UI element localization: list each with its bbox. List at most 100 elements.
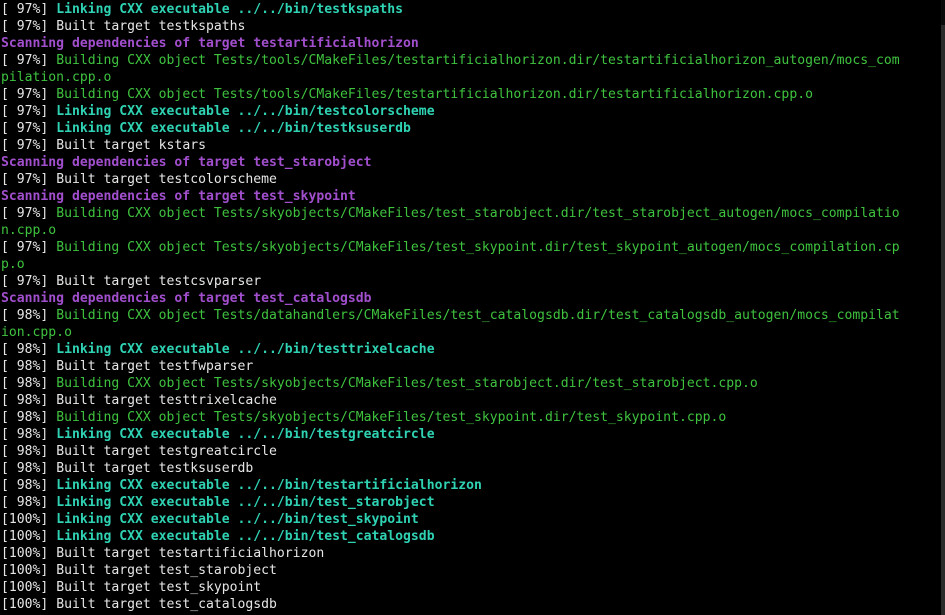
line-text: Linking CXX executable ../../bin/test_ca… [56, 529, 435, 544]
terminal-line: [ 97%] Built target testcolorscheme [1, 171, 945, 188]
terminal-line: [ 97%] Building CXX object Tests/tools/C… [1, 52, 945, 69]
line-text: Built target testgreatcircle [56, 444, 277, 459]
line-text: Building CXX object Tests/skyobjects/CMa… [56, 206, 900, 221]
terminal-line: [ 98%] Building CXX object Tests/skyobje… [1, 409, 945, 426]
progress-percent: [100%] [1, 529, 57, 544]
line-text: Linking CXX executable ../../bin/testtri… [56, 342, 435, 357]
terminal-line: [100%] Built target testartificialhorizo… [1, 545, 945, 562]
line-text: Built target test_catalogsdb [56, 597, 277, 612]
terminal-line: Scanning dependencies of target testarti… [1, 35, 945, 52]
line-text: Built target testtrixelcache [56, 393, 277, 408]
line-text: Linking CXX executable ../../bin/testksu… [56, 121, 411, 136]
progress-percent: [100%] [1, 512, 57, 527]
terminal-line: [100%] Linking CXX executable ../../bin/… [1, 528, 945, 545]
line-text: Built target test_skypoint [56, 580, 262, 595]
progress-percent: [ 97%] [1, 206, 57, 221]
line-text: Linking CXX executable ../../bin/test_st… [56, 495, 435, 510]
line-text: Built target testkspaths [56, 19, 246, 34]
progress-percent: [ 97%] [1, 121, 57, 136]
line-text: Built target test_starobject [56, 563, 277, 578]
terminal-line: [100%] Linking CXX executable ../../bin/… [1, 511, 945, 528]
progress-percent: [100%] [1, 597, 57, 612]
line-text: Built target testartificialhorizon [56, 546, 325, 561]
terminal-line: [ 98%] Linking CXX executable ../../bin/… [1, 426, 945, 443]
line-text: Building CXX object Tests/tools/CMakeFil… [56, 87, 813, 102]
line-text: Built target testcolorscheme [56, 172, 277, 187]
progress-percent: [ 97%] [1, 53, 57, 68]
progress-percent: [100%] [1, 580, 57, 595]
progress-percent: [100%] [1, 546, 57, 561]
progress-percent: [ 98%] [1, 495, 57, 510]
progress-percent: [ 97%] [1, 104, 57, 119]
progress-percent: [ 98%] [1, 444, 57, 459]
line-text: Scanning dependencies of target testarti… [1, 36, 419, 51]
line-text: Built target testksuserdb [56, 461, 254, 476]
terminal-line: Scanning dependencies of target test_sky… [1, 188, 945, 205]
terminal-line: [ 98%] Building CXX object Tests/skyobje… [1, 375, 945, 392]
terminal-line: [ 98%] Built target testksuserdb [1, 460, 945, 477]
progress-percent: [ 98%] [1, 427, 57, 442]
progress-percent: [ 98%] [1, 376, 57, 391]
line-text: Linking CXX executable ../../bin/testcol… [56, 104, 435, 119]
terminal-line: [ 98%] Linking CXX executable ../../bin/… [1, 494, 945, 511]
line-text: Scanning dependencies of target test_sta… [1, 155, 372, 170]
terminal-line: ion.cpp.o [1, 324, 945, 341]
terminal-line: [ 97%] Building CXX object Tests/tools/C… [1, 86, 945, 103]
line-text: Built target testfwparser [56, 359, 254, 374]
progress-percent: [ 97%] [1, 2, 57, 17]
terminal-line: [ 97%] Built target testkspaths [1, 18, 945, 35]
terminal-line: [100%] Built target test_skypoint [1, 579, 945, 596]
progress-percent: [ 98%] [1, 308, 57, 323]
terminal-line: Scanning dependencies of target test_sta… [1, 154, 945, 171]
terminal-line: [ 97%] Built target testcsvparser [1, 273, 945, 290]
terminal-line: [ 98%] Linking CXX executable ../../bin/… [1, 477, 945, 494]
terminal-line: [ 97%] Linking CXX executable ../../bin/… [1, 1, 945, 18]
terminal-line: [ 98%] Built target testgreatcircle [1, 443, 945, 460]
progress-percent: [ 98%] [1, 478, 57, 493]
terminal-line: [ 97%] Linking CXX executable ../../bin/… [1, 120, 945, 137]
line-text: n.cpp.o [1, 223, 57, 238]
line-text: Linking CXX executable ../../bin/testksp… [56, 2, 404, 17]
line-text: Built target testcsvparser [56, 274, 262, 289]
terminal-line: [ 98%] Linking CXX executable ../../bin/… [1, 341, 945, 358]
line-text: Linking CXX executable ../../bin/test_sk… [56, 512, 419, 527]
line-text: pilation.cpp.o [1, 70, 112, 85]
line-text: Building CXX object Tests/skyobjects/CMa… [56, 240, 900, 255]
terminal-line: [100%] Built target test_catalogsdb [1, 596, 945, 613]
terminal-line: [ 97%] Built target kstars [1, 137, 945, 154]
progress-percent: [ 98%] [1, 342, 57, 357]
progress-percent: [ 98%] [1, 410, 57, 425]
terminal-line: [ 98%] Built target testtrixelcache [1, 392, 945, 409]
progress-percent: [ 98%] [1, 393, 57, 408]
terminal-line: [ 98%] Built target testfwparser [1, 358, 945, 375]
progress-percent: [ 97%] [1, 240, 57, 255]
terminal-line: [ 97%] Building CXX object Tests/skyobje… [1, 239, 945, 256]
progress-percent: [ 97%] [1, 274, 57, 289]
terminal-line: Scanning dependencies of target test_cat… [1, 290, 945, 307]
scrollbar-thumb[interactable] [941, 25, 945, 615]
terminal-line: [100%] Built target test_starobject [1, 562, 945, 579]
progress-percent: [ 98%] [1, 359, 57, 374]
progress-percent: [ 97%] [1, 138, 57, 153]
progress-percent: [ 97%] [1, 19, 57, 34]
terminal-line: n.cpp.o [1, 222, 945, 239]
progress-percent: [100%] [1, 563, 57, 578]
terminal-scrollbar[interactable] [941, 0, 945, 615]
terminal-line: pilation.cpp.o [1, 69, 945, 86]
line-text: Linking CXX executable ../../bin/testart… [56, 478, 482, 493]
terminal-line: p.o [1, 256, 945, 273]
line-text: p.o [1, 257, 25, 272]
line-text: Building CXX object Tests/skyobjects/CMa… [56, 410, 727, 425]
progress-percent: [ 97%] [1, 87, 57, 102]
line-text: ion.cpp.o [1, 325, 72, 340]
line-text: Building CXX object Tests/skyobjects/CMa… [56, 376, 758, 391]
terminal-line: [ 97%] Linking CXX executable ../../bin/… [1, 103, 945, 120]
progress-percent: [ 97%] [1, 172, 57, 187]
line-text: Building CXX object Tests/datahandlers/C… [56, 308, 900, 323]
line-text: Built target kstars [56, 138, 206, 153]
terminal-line: [ 98%] Building CXX object Tests/datahan… [1, 307, 945, 324]
line-text: Scanning dependencies of target test_sky… [1, 189, 356, 204]
line-text: Scanning dependencies of target test_cat… [1, 291, 372, 306]
line-text: Building CXX object Tests/tools/CMakeFil… [56, 53, 900, 68]
terminal-output[interactable]: [ 97%] Linking CXX executable ../../bin/… [0, 0, 945, 615]
